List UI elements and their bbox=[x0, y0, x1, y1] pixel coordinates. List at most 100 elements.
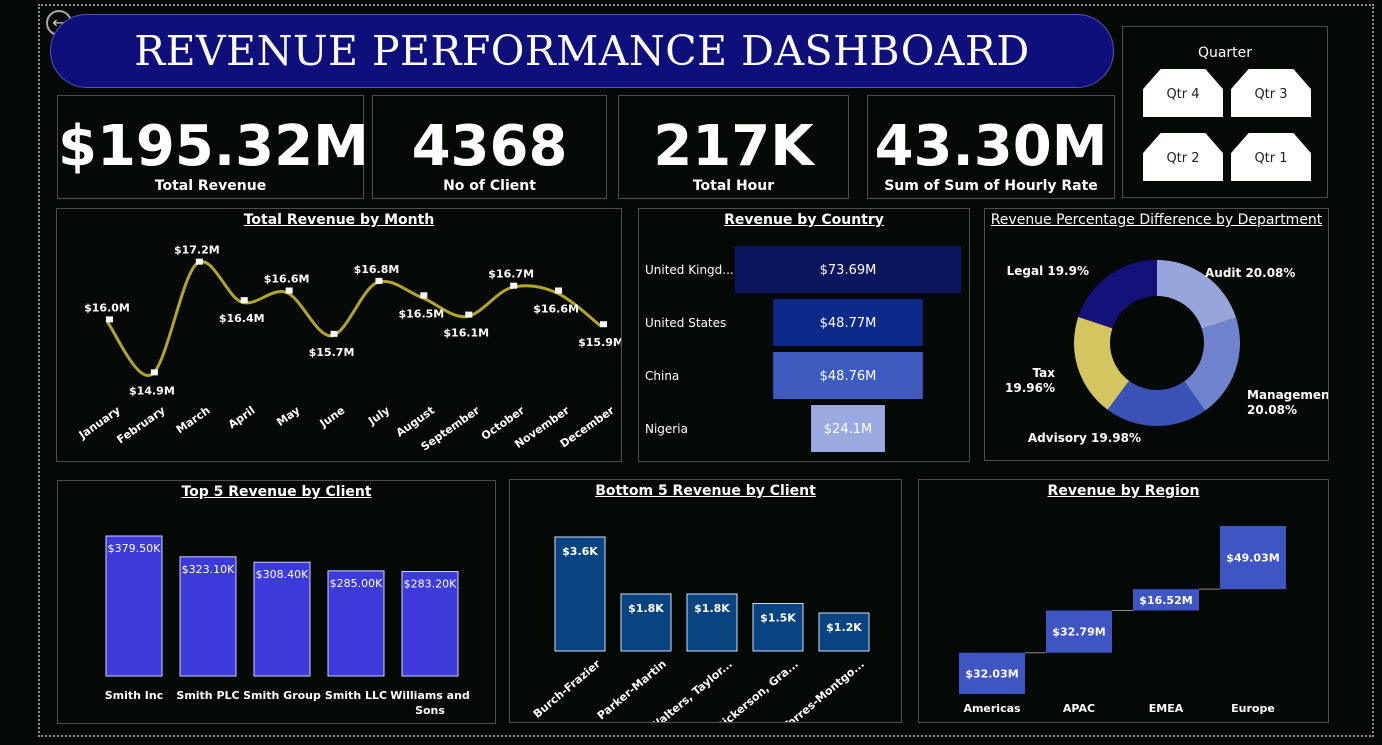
x-tick-label: Sons bbox=[415, 704, 445, 717]
data-label: $16.1M bbox=[443, 327, 489, 340]
country-value-label: $73.69M bbox=[820, 263, 877, 278]
data-label: $17.2M bbox=[174, 244, 220, 257]
slice-label: Audit 20.08% bbox=[1205, 266, 1295, 280]
data-label: $14.9M bbox=[129, 384, 175, 397]
country-revenue-chart: United Kingd... $73.69M United States $48.7… bbox=[645, 246, 961, 452]
data-point-marker bbox=[150, 369, 158, 376]
data-point-marker bbox=[240, 297, 248, 304]
bar-value-label: $1.2K bbox=[826, 621, 862, 634]
kpi-label: Total Revenue bbox=[154, 178, 267, 194]
bar-value-label: $1.8K bbox=[694, 602, 730, 615]
data-point-marker bbox=[510, 282, 518, 289]
kpi-label: Total Hour bbox=[692, 178, 775, 194]
donut-slice bbox=[1078, 260, 1157, 329]
slice-label: Tax bbox=[1033, 366, 1056, 380]
kpi-label: Sum of Sum of Hourly Rate bbox=[884, 178, 1098, 194]
monthly-revenue-chart: $16.0MJanuary$14.9MFebruary$17.2MMarch$1… bbox=[76, 244, 621, 454]
kpi-card-hourly-rate: 43.30M Sum of Sum of Hourly Rate bbox=[867, 95, 1115, 199]
top5-client-chart: $379.50K Smith Inc $323.10K Smith PLC $308.4… bbox=[105, 535, 470, 717]
page-title: REVENUE PERFORMANCE DASHBOARD bbox=[134, 27, 1030, 75]
department-donut-chart: Audit 20.08% Management20.08% Advisory 19.… bbox=[1005, 260, 1328, 445]
slice-label: Management bbox=[1247, 388, 1328, 402]
x-tick-label: June bbox=[317, 404, 348, 431]
data-point-marker bbox=[420, 292, 428, 299]
x-tick-label: Smith Inc bbox=[105, 689, 164, 702]
country-value-label: $48.76M bbox=[820, 369, 877, 384]
data-label: $16.7M bbox=[488, 268, 534, 281]
data-point-marker bbox=[285, 287, 293, 294]
slice-label: 20.08% bbox=[1247, 403, 1297, 417]
data-label: $16.6M bbox=[533, 303, 579, 316]
bar-value-label: $285.00K bbox=[330, 577, 383, 590]
data-point-marker bbox=[465, 311, 473, 318]
quarter-slicer-title: Quarter bbox=[1197, 45, 1253, 61]
top5-client-panel: Top 5 Revenue by Client $379.50K Smith In… bbox=[57, 480, 496, 724]
kpi-label: No of Client bbox=[443, 178, 536, 194]
bar-value-label: $32.03M bbox=[965, 667, 1018, 680]
x-tick-label: February bbox=[115, 404, 168, 447]
monthly-revenue-panel: Total Revenue by Month $16.0M January $14.… bbox=[56, 208, 622, 462]
department-revenue-panel: Revenue Percentage Difference by Departm… bbox=[984, 208, 1329, 461]
bar-value-label: $283.20K bbox=[404, 578, 457, 591]
x-tick-label: EMEA bbox=[1149, 702, 1184, 715]
bottom5-client-chart: $3.6K Burch-Frazier $1.8K Parker-Martin $1.8… bbox=[531, 536, 870, 722]
x-tick-label: Burch-Frazier bbox=[531, 657, 604, 721]
title-banner: REVENUE PERFORMANCE DASHBOARD bbox=[50, 14, 1114, 88]
bar-value-label: $308.40K bbox=[256, 568, 309, 581]
data-label: $16.4M bbox=[219, 312, 265, 325]
quarter-option-qtr4[interactable]: Qtr 4 bbox=[1143, 69, 1223, 117]
region-revenue-chart: $32.03M Americas $32.79M APAC $16.52M EMEA $49… bbox=[959, 526, 1286, 715]
country-revenue-panel: Revenue by Country United Kingd... $73.69… bbox=[638, 208, 970, 462]
x-tick-label: July bbox=[365, 404, 392, 428]
region-revenue-panel: Revenue by Region $32.03M Americas $32.79M… bbox=[918, 479, 1329, 723]
quarter-slicer: Quarter Qtr 4 Qtr 3 Qtr 2 Qtr 1 bbox=[1122, 26, 1328, 198]
bar-value-label: $3.6K bbox=[562, 545, 598, 558]
data-point-marker bbox=[195, 258, 203, 265]
bar-value-label: $32.79M bbox=[1052, 626, 1105, 639]
slice-label: Advisory 19.98% bbox=[1028, 431, 1141, 445]
x-tick-label: APAC bbox=[1063, 702, 1095, 715]
kpi-card-total-hour: 217K Total Hour bbox=[618, 95, 849, 199]
slice-label: Legal 19.9% bbox=[1007, 264, 1089, 278]
client-bar bbox=[105, 535, 163, 677]
country-label: United States bbox=[645, 316, 726, 330]
kpi-card-clients: 4368 No of Client bbox=[372, 95, 607, 199]
data-point-marker bbox=[330, 330, 338, 337]
bar-value-label: $1.8K bbox=[628, 602, 664, 615]
data-point-marker bbox=[555, 287, 563, 294]
data-label: $16.5M bbox=[398, 307, 444, 320]
x-tick-label: Smith PLC bbox=[176, 689, 239, 702]
x-tick-label: Europe bbox=[1231, 702, 1275, 715]
kpi-value: 4368 bbox=[411, 114, 568, 179]
x-tick-label: March bbox=[174, 404, 213, 437]
kpi-card-total-revenue: $195.32M Total Revenue bbox=[57, 95, 369, 199]
bar-value-label: $379.50K bbox=[108, 542, 161, 555]
kpi-value: 43.30M bbox=[874, 114, 1108, 179]
country-label: United Kingd... bbox=[645, 263, 734, 277]
data-label: $15.9M bbox=[578, 336, 621, 349]
bar-value-label: $49.03M bbox=[1226, 552, 1279, 565]
kpi-value: 217K bbox=[653, 114, 814, 179]
data-label: $16.6M bbox=[264, 273, 310, 286]
country-label: China bbox=[645, 369, 679, 383]
kpi-value: $195.32M bbox=[58, 114, 369, 179]
x-tick-label: April bbox=[226, 404, 258, 431]
quarter-option-qtr1[interactable]: Qtr 1 bbox=[1231, 133, 1311, 181]
data-point-marker bbox=[600, 321, 607, 328]
data-label: $16.8M bbox=[354, 263, 400, 276]
quarter-option-qtr3[interactable]: Qtr 3 bbox=[1231, 69, 1311, 117]
slice-label: 19.96% bbox=[1005, 381, 1055, 395]
x-tick-label: May bbox=[274, 404, 302, 429]
x-tick-label: Americas bbox=[963, 702, 1021, 715]
x-tick-label: Smith LLC bbox=[325, 689, 387, 702]
data-point-marker bbox=[106, 316, 113, 323]
bar-value-label: $16.52M bbox=[1139, 594, 1192, 607]
x-tick-label: Parker-Martin bbox=[595, 657, 669, 722]
country-value-label: $24.1M bbox=[824, 422, 872, 437]
bar-value-label: $323.10K bbox=[182, 563, 235, 576]
quarter-option-qtr2[interactable]: Qtr 2 bbox=[1143, 133, 1223, 181]
country-value-label: $48.77M bbox=[820, 316, 877, 331]
bar-value-label: $1.5K bbox=[760, 612, 796, 625]
data-label: $16.0M bbox=[84, 301, 130, 314]
bottom5-client-panel: Bottom 5 Revenue by Client $3.6K Burch-Fr… bbox=[509, 479, 902, 723]
